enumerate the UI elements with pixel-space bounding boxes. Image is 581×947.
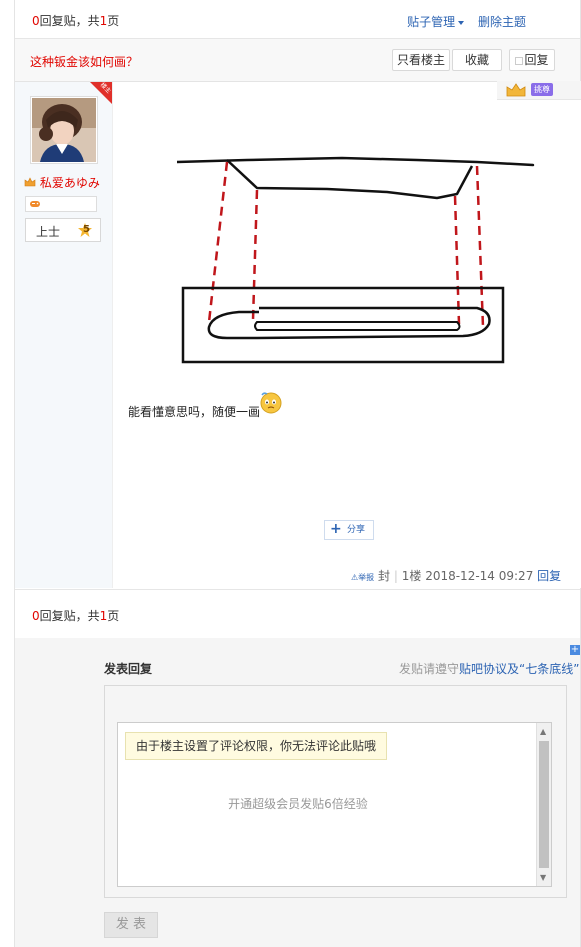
vip-hint[interactable]: 开通超级会员发贴6倍经验 [118, 795, 478, 812]
pager-bottom: 0回复贴，共1页 [15, 589, 580, 639]
reply-count-label: 回复贴，共 [39, 14, 100, 28]
badge-strip: 挑尊 [497, 81, 581, 100]
scroll-up-icon[interactable]: ▲ [540, 727, 546, 736]
post-reply-link[interactable]: 回复 [537, 569, 561, 583]
reply-icon [515, 56, 524, 65]
post-title-bar: 这种钣金该如何画？ 只看楼主 收藏 回复 [15, 39, 580, 82]
report-label: 举报 [358, 573, 375, 582]
post-meta: ⚠举报 封 | 1楼 2018-12-14 09:27 回复 [351, 567, 561, 584]
reply-textarea[interactable]: 由于楼主设置了评论权限，你无法评论此贴哦 开通超级会员发贴6倍经验 ▲ ▼ [117, 722, 552, 887]
post-time: 2018-12-14 09:27 [425, 569, 534, 583]
permission-notice: 由于楼主设置了评论权限，你无法评论此贴哦 [125, 732, 388, 760]
user-icon-bar [25, 196, 97, 212]
report-link[interactable]: ⚠举报 [351, 573, 374, 582]
reply-editor: 由于楼主设置了评论权限，你无法评论此贴哦 开通超级会员发贴6倍经验 ▲ ▼ [104, 685, 567, 898]
post-content-area: 挑尊 能看懂意思吗，随便一画 + 分享 ⚠举报 封 | 1楼 2018-12-1… [112, 81, 581, 588]
reply-count: 0 [32, 14, 40, 28]
page-suffix: 页 [107, 14, 120, 28]
avatar-image [32, 98, 96, 162]
share-plus-icon: + [330, 521, 342, 537]
post-client: 封 [378, 569, 391, 583]
post-manage-label: 贴子管理 [407, 15, 456, 29]
avatar[interactable] [30, 96, 98, 164]
crown-icon [24, 177, 36, 187]
level-rank: 上士 [36, 225, 61, 239]
reply-button[interactable]: 回复 [509, 49, 555, 71]
post-manage-link[interactable]: 贴子管理 [407, 15, 465, 29]
level-number: 5 [83, 224, 90, 235]
reply-section: + 发表回复 发贴请遵守贴吧协议及“七条底线” 由于楼主设置了评论权限，你无法评… [15, 638, 580, 947]
page-suffix-bottom: 页 [107, 609, 120, 623]
reply-button-label: 回复 [524, 53, 549, 67]
delete-topic-link[interactable]: 删除主题 [478, 15, 526, 29]
share-label: 分享 [347, 525, 366, 535]
post-body-text: 能看懂意思吗，随便一画 [128, 403, 260, 420]
post-image[interactable] [177, 152, 542, 367]
author-column: 楼主 私爱あゆみ 上士 5 [15, 81, 114, 588]
reply-heading: 发表回复 [104, 662, 153, 676]
submit-post-button[interactable]: 发 表 [104, 912, 158, 938]
author-name-row[interactable]: 私爱あゆみ [24, 174, 114, 190]
top-actions: 贴子管理 删除主题 [407, 13, 526, 30]
author-name[interactable]: 私爱あゆみ [40, 176, 100, 190]
reply-count-text-bottom: 0回复贴，共1页 [32, 607, 119, 624]
post-body-text-value: 能看懂意思吗，随便一画 [128, 405, 261, 419]
reply-count-bottom: 0 [32, 609, 40, 623]
editor-scrollbar[interactable]: ▲ ▼ [536, 723, 551, 886]
vip-icon[interactable]: 挑尊 [531, 83, 553, 96]
pager-top: 0回复贴，共1页 贴子管理 删除主题 [15, 0, 580, 39]
only-author-button[interactable]: 只看楼主 [392, 49, 450, 71]
game-icon [30, 201, 40, 207]
post-title: 这种钣金该如何画？ [30, 55, 139, 69]
share-button[interactable]: + 分享 [324, 520, 374, 540]
reply-count-text: 0回复贴，共1页 [32, 12, 119, 29]
reply-rules: 发贴请遵守贴吧协议及“七条底线” [399, 660, 580, 677]
expand-icon[interactable]: + [570, 645, 580, 655]
favorite-button[interactable]: 收藏 [452, 49, 502, 71]
scroll-thumb[interactable] [539, 741, 549, 868]
post-floor: 1楼 [401, 569, 422, 583]
reply-rules-prefix: 发贴请遵守 [399, 662, 460, 676]
reply-count-label-bottom: 回复贴，共 [39, 609, 100, 623]
meta-divider: | [393, 569, 398, 583]
crown-badge-icon[interactable] [505, 82, 527, 98]
reply-rules-link[interactable]: 贴吧协议及“七条底线” [459, 662, 579, 676]
vip-badge-label: 挑尊 [534, 85, 550, 94]
scroll-down-icon[interactable]: ▼ [540, 873, 546, 882]
caret-down-icon [458, 20, 465, 25]
emoji-icon [260, 392, 282, 414]
level-badge[interactable]: 上士 5 [25, 218, 101, 242]
